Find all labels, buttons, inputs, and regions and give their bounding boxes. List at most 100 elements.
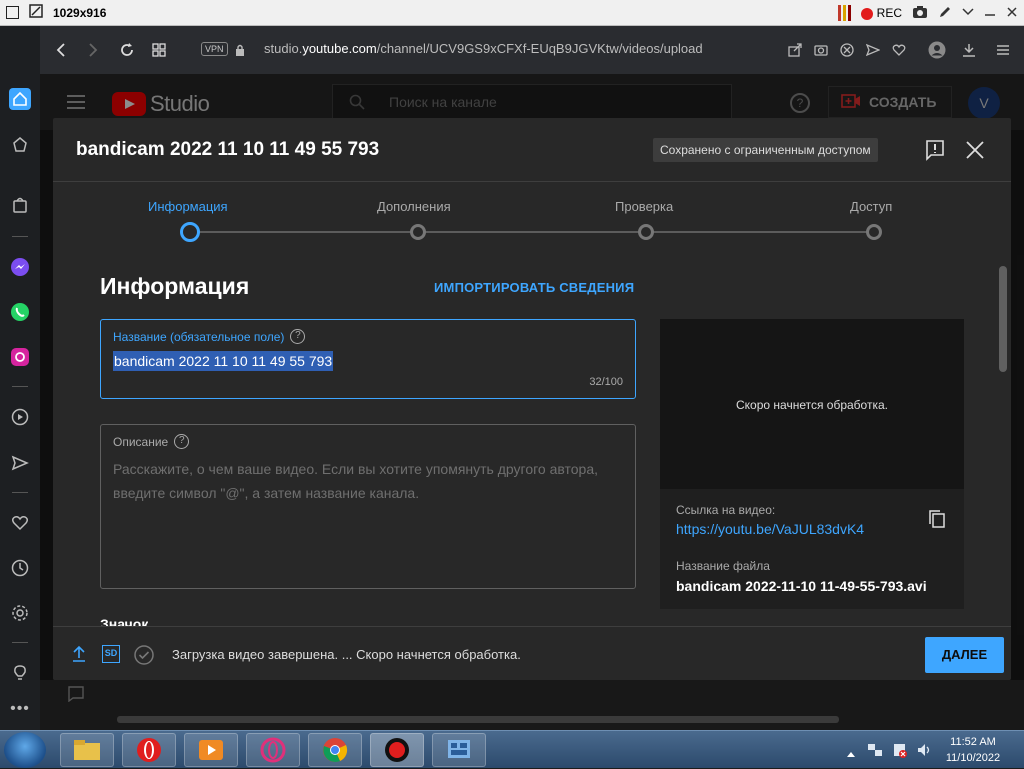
step-dot-info[interactable] bbox=[180, 222, 200, 242]
description-field[interactable]: Описание? Расскажите, о чем ваше видео. … bbox=[100, 424, 636, 589]
upload-stepper: Информация Дополнения Проверка Доступ bbox=[53, 182, 1011, 252]
shopping-bag-icon[interactable] bbox=[9, 194, 31, 216]
step-connector bbox=[190, 231, 418, 233]
record-button[interactable]: REC bbox=[860, 6, 902, 20]
file-name-value: bandicam 2022-11-10 11-49-55-793.avi bbox=[676, 578, 927, 594]
title-input-value[interactable]: bandicam 2022 11 10 11 49 55 793 bbox=[113, 351, 334, 371]
feedback-corner-icon[interactable] bbox=[68, 686, 84, 707]
profile-icon[interactable] bbox=[928, 41, 946, 59]
recording-resolution: 1029x916 bbox=[53, 5, 107, 20]
taskbar-chrome[interactable] bbox=[308, 733, 362, 767]
browser-toolbar: VPN studio.youtube.com/channel/UCV9GS9xC… bbox=[40, 26, 1024, 74]
settings-gear-icon[interactable] bbox=[9, 602, 31, 624]
taskbar-opera[interactable] bbox=[122, 733, 176, 767]
sd-quality-icon: SD bbox=[102, 645, 120, 663]
taskbar-explorer[interactable] bbox=[60, 733, 114, 767]
messenger-icon[interactable] bbox=[9, 256, 31, 278]
upload-status-text: Загрузка видео завершена. ... Скоро начн… bbox=[172, 647, 521, 662]
dialog-title: bandicam 2022 11 10 11 49 55 793 bbox=[76, 139, 380, 160]
step-connector bbox=[418, 231, 646, 233]
tray-expand-icon[interactable] bbox=[846, 745, 856, 763]
video-preview: Скоро начнется обработка. bbox=[660, 319, 964, 489]
system-clock[interactable]: 11:52 AM 11/10/2022 bbox=[930, 734, 1016, 766]
volume-meter bbox=[837, 5, 851, 21]
lock-icon[interactable] bbox=[231, 41, 249, 59]
step-label-info[interactable]: Информация bbox=[148, 199, 228, 214]
bookmark-speed-dial-icon[interactable] bbox=[9, 134, 31, 156]
address-bar[interactable]: studio.youtube.com/channel/UCV9GS9xCFXf-… bbox=[264, 41, 703, 56]
minimize-icon[interactable] bbox=[984, 6, 996, 20]
step-dot-checks[interactable] bbox=[638, 224, 654, 240]
check-circle-icon bbox=[134, 645, 154, 670]
player-icon[interactable] bbox=[9, 406, 31, 428]
reload-icon[interactable] bbox=[118, 41, 136, 59]
next-button[interactable]: ДАЛЕЕ bbox=[925, 637, 1004, 673]
taskbar-media-player[interactable] bbox=[184, 733, 238, 767]
feedback-icon[interactable] bbox=[925, 139, 945, 161]
taskbar-bandicam[interactable] bbox=[370, 733, 424, 767]
step-connector bbox=[646, 231, 874, 233]
thumbnail-section-label: Значок bbox=[100, 616, 149, 626]
screenshot-icon[interactable] bbox=[912, 5, 928, 22]
more-icon[interactable]: ••• bbox=[9, 698, 31, 720]
bookmark-heart-icon[interactable] bbox=[890, 41, 908, 59]
url-path: /channel/UCV9GS9xCFXf-EUqB9JGVKtw/videos… bbox=[376, 41, 703, 56]
adblock-icon[interactable] bbox=[838, 41, 856, 59]
heart-icon[interactable] bbox=[9, 512, 31, 534]
lightbulb-icon[interactable] bbox=[9, 662, 31, 684]
fullscreen-icon[interactable] bbox=[6, 6, 19, 19]
close-icon[interactable] bbox=[965, 140, 985, 160]
start-button[interactable] bbox=[4, 732, 46, 768]
taskbar-opera-gx[interactable] bbox=[246, 733, 300, 767]
collapse-icon[interactable] bbox=[962, 6, 974, 20]
vpn-badge[interactable]: VPN bbox=[201, 42, 228, 56]
step-label-checks[interactable]: Проверка bbox=[615, 199, 673, 214]
step-dot-visibility[interactable] bbox=[866, 224, 882, 240]
step-dot-extras[interactable] bbox=[410, 224, 426, 240]
clock-time: 11:52 AM bbox=[950, 736, 996, 748]
windows-taskbar: 11:52 AM 11/10/2022 bbox=[0, 730, 1024, 768]
title-field-label: Название (обязательное поле)? bbox=[113, 329, 306, 344]
help-question-icon[interactable]: ? bbox=[174, 434, 190, 449]
send-page-icon[interactable] bbox=[864, 41, 882, 59]
dialog-footer: SD Загрузка видео завершена. ... Скоро н… bbox=[53, 626, 1011, 680]
video-link[interactable]: https://youtu.be/VaJUL83dvK4 bbox=[676, 521, 864, 537]
home-icon[interactable] bbox=[9, 88, 31, 110]
video-link-label: Ссылка на видео: bbox=[676, 503, 776, 517]
taskbar-control-panel[interactable] bbox=[432, 733, 486, 767]
send-icon[interactable] bbox=[9, 452, 31, 474]
history-icon[interactable] bbox=[9, 557, 31, 579]
back-icon[interactable] bbox=[52, 41, 70, 59]
help-question-icon[interactable]: ? bbox=[290, 329, 306, 344]
description-label-text: Описание bbox=[113, 434, 169, 449]
title-field[interactable]: Название (обязательное поле)? bandicam 2… bbox=[100, 319, 636, 399]
dialog-scrollbar[interactable] bbox=[999, 266, 1007, 372]
step-label-visibility[interactable]: Доступ bbox=[850, 199, 892, 214]
copy-icon[interactable] bbox=[928, 509, 946, 529]
import-details-button[interactable]: ИМПОРТИРОВАТЬ СВЕДЕНИЯ bbox=[434, 280, 634, 295]
clock-date: 11/10/2022 bbox=[945, 752, 1001, 764]
step-label-extras[interactable]: Дополнения bbox=[377, 199, 451, 214]
video-info-panel: Ссылка на видео: https://youtu.be/VaJUL8… bbox=[660, 489, 964, 609]
snapshot-icon[interactable] bbox=[812, 41, 830, 59]
processing-message: Скоро начнется обработка. bbox=[736, 398, 888, 412]
title-char-counter: 32/100 bbox=[589, 376, 623, 388]
tabs-grid-icon[interactable] bbox=[150, 41, 168, 59]
menu-icon[interactable] bbox=[994, 41, 1012, 59]
whatsapp-icon[interactable] bbox=[9, 301, 31, 323]
saved-status-badge: Сохранено с ограниченным доступом bbox=[653, 138, 878, 162]
pencil-icon[interactable] bbox=[938, 5, 952, 22]
close-recorder-icon[interactable] bbox=[1006, 6, 1018, 21]
browser-sidebar: ••• bbox=[0, 26, 40, 730]
downloads-icon[interactable] bbox=[960, 41, 978, 59]
url-domain: youtube.com bbox=[302, 41, 377, 56]
upload-dialog: bandicam 2022 11 10 11 49 55 793 Сохране… bbox=[53, 118, 1011, 680]
forward-icon[interactable] bbox=[84, 41, 102, 59]
share-icon[interactable] bbox=[786, 41, 804, 59]
network-icon[interactable] bbox=[867, 742, 883, 763]
recorder-toolbar: 1029x916 REC bbox=[0, 0, 1024, 26]
horizontal-scrollbar[interactable] bbox=[117, 716, 839, 723]
action-center-icon[interactable] bbox=[892, 742, 908, 763]
instagram-icon[interactable] bbox=[9, 346, 31, 368]
select-area-icon[interactable] bbox=[29, 4, 43, 21]
